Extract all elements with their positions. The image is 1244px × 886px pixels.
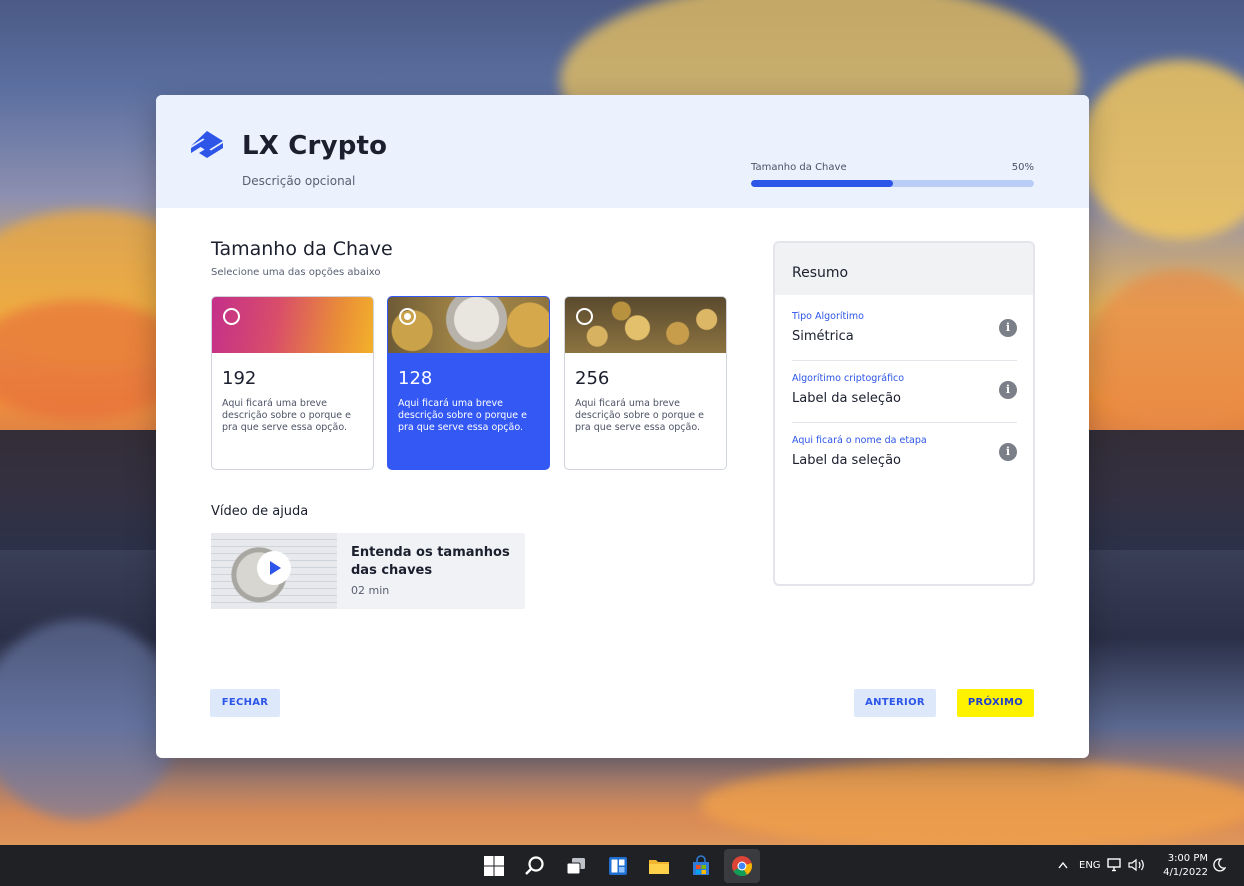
option-image [565,297,726,353]
info-icon[interactable]: i [999,443,1017,461]
taskbar: ENG 3:00 PM 4/1/2022 [0,845,1244,886]
key-option-card-192[interactable]: 192 Aqui ficará uma breve descrição sobr… [211,296,374,470]
summary-item: Aqui ficará o nome da etapa Label da sel… [792,423,1017,485]
progress-bar-fill [751,180,893,187]
option-value: 256 [575,368,610,389]
clock[interactable]: 3:00 PM 4/1/2022 [1163,852,1208,880]
key-option-card-256[interactable]: 256 Aqui ficará uma breve descrição sobr… [564,296,727,470]
moon-icon[interactable] [1212,858,1226,872]
summary-item-value: Simétrica [792,329,854,344]
info-icon[interactable]: i [999,319,1017,337]
summary-title: Resumo [792,265,849,281]
progress-percent: 50% [1011,162,1034,173]
option-image [212,297,373,353]
help-video-card[interactable]: Entenda os tamanhos das chaves 02 min [211,533,525,609]
network-icon[interactable] [1107,858,1123,872]
close-button[interactable]: FECHAR [210,689,280,717]
summary-item-value: Label da seleção [792,453,902,468]
app-subtitle: Descrição opcional [242,174,356,188]
option-description: Aqui ficará uma breve descrição sobre o … [222,398,351,433]
video-duration: 02 min [351,584,390,597]
previous-button[interactable]: ANTERIOR [854,689,936,717]
next-button[interactable]: PRÓXIMO [957,689,1034,717]
wizard-dialog: LX Crypto Descrição opcional Tamanho da … [156,95,1089,758]
volume-icon[interactable] [1128,858,1145,872]
progress-label: Tamanho da Chave [751,162,847,173]
radio-button[interactable] [576,308,593,325]
option-description: Aqui ficará uma breve descrição sobre o … [398,398,527,433]
lx-crypto-logo-icon [191,131,223,158]
summary-item-label: Aqui ficará o nome da etapa [792,435,927,446]
app-title: LX Crypto [242,131,388,161]
key-option-card-128[interactable]: 128 Aqui ficará uma breve descrição sobr… [387,296,550,470]
language-indicator[interactable]: ENG [1079,860,1101,871]
summary-item-label: Algorítimo criptográfico [792,373,905,384]
dialog-header: LX Crypto Descrição opcional Tamanho da … [156,95,1089,208]
clock-time: 3:00 PM [1167,853,1208,864]
chevron-up-icon[interactable] [1058,861,1068,869]
widgets-icon[interactable] [607,855,629,877]
clock-date: 4/1/2022 [1163,867,1208,878]
video-title: Entenda os tamanhos das chaves [351,545,510,578]
help-video-heading: Vídeo de ajuda [211,504,309,519]
summary-item-label: Tipo Algorítimo [792,311,864,322]
option-value: 128 [398,368,433,389]
progress-bar [751,180,1034,187]
radio-button[interactable] [223,308,240,325]
task-view-icon[interactable] [565,855,587,877]
video-thumbnail [211,533,337,609]
option-description: Aqui ficará uma breve descrição sobre o … [575,398,704,433]
play-icon[interactable] [257,551,291,585]
info-icon[interactable]: i [999,381,1017,399]
radio-button[interactable] [399,308,416,325]
summary-item: Tipo Algorítimo Simétrica i [792,299,1017,361]
section-subtitle: Selecione uma das opções abaixo [211,267,381,278]
summary-item: Algorítimo criptográfico Label da seleçã… [792,361,1017,423]
option-image [388,297,549,353]
summary-item-value: Label da seleção [792,391,902,406]
windows-start-icon[interactable] [483,855,505,877]
file-explorer-icon[interactable] [648,855,670,877]
search-icon[interactable] [524,855,546,877]
chrome-icon[interactable] [731,855,753,877]
store-icon[interactable] [690,855,712,877]
summary-panel: Resumo Tipo Algorítimo Simétrica i Algor… [773,241,1035,586]
option-value: 192 [222,368,257,389]
section-title: Tamanho da Chave [211,238,393,260]
